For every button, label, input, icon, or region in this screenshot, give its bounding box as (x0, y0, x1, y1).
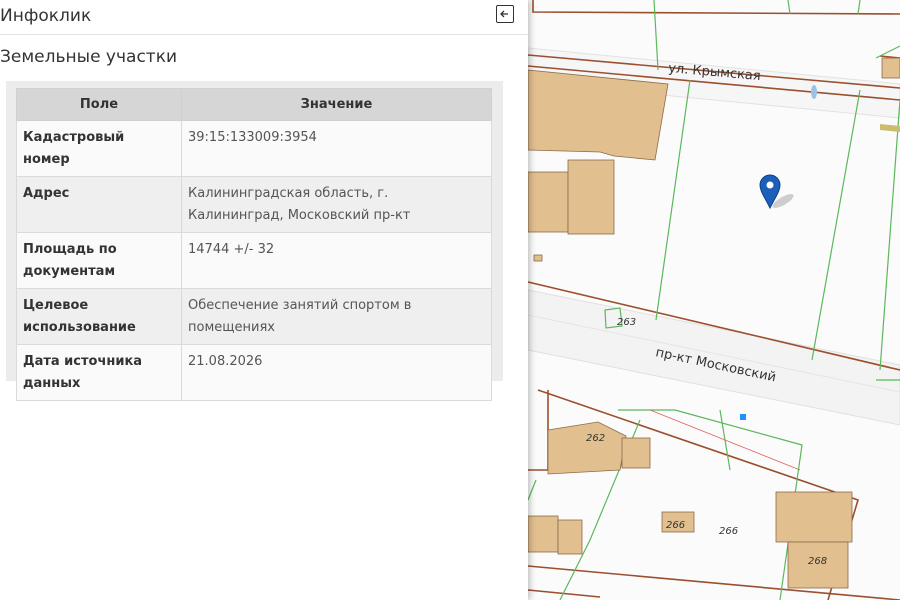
row-value: 39:15:133009:3954 (181, 120, 492, 177)
row-value: Калининградская область, г. Калининград,… (181, 176, 492, 233)
infoclick-panel: Инфоклик Земельные участки Поле Значение… (0, 0, 528, 600)
column-header-value: Значение (181, 88, 492, 121)
row-value: 14744 +/- 32 (181, 232, 492, 289)
table-row: Целевое использование Обеспечение заняти… (16, 288, 492, 345)
building-number: 262 (586, 433, 605, 444)
row-field: Площадь по документам (16, 232, 182, 289)
column-header-field: Поле (16, 88, 182, 121)
table-row: Кадастровый номер 39:15:133009:3954 (16, 120, 492, 177)
water-mark (811, 85, 817, 99)
row-field: Дата источника данных (16, 344, 182, 401)
collapse-panel-button[interactable] (496, 5, 514, 23)
row-field: Адрес (16, 176, 182, 233)
table-row: Адрес Калининградская область, г. Калини… (16, 176, 492, 233)
row-value: Обеспечение занятий спортом в помещениях (181, 288, 492, 345)
point-mark (740, 414, 746, 420)
row-field: Целевое использование (16, 288, 182, 345)
building-number: 268 (808, 556, 827, 567)
attributes-table: Поле Значение Кадастровый номер 39:15:13… (16, 88, 492, 401)
arrow-left-icon (500, 10, 508, 18)
table-header-row: Поле Значение (16, 88, 492, 121)
row-value: 21.08.2026 (181, 344, 492, 401)
attributes-table-container: Поле Значение Кадастровый номер 39:15:13… (6, 81, 503, 401)
building-number: 266 (719, 526, 738, 537)
panel-title: Инфоклик (0, 6, 92, 26)
building-number: 266 (666, 520, 685, 531)
table-row: Площадь по документам 14744 +/- 32 (16, 232, 492, 289)
row-field: Кадастровый номер (16, 120, 182, 177)
building-number: 263 (617, 317, 636, 328)
table-row: Дата источника данных 21.08.2026 (16, 344, 492, 401)
section-title: Земельные участки (0, 47, 178, 67)
panel-header: Инфоклик (0, 0, 528, 35)
